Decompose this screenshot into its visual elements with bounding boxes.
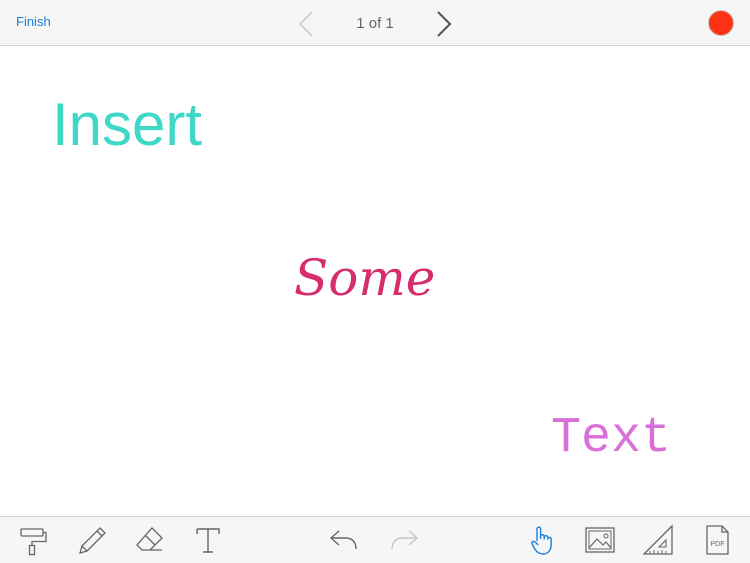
bottom-toolbar: PDF: [0, 516, 750, 563]
next-page-button[interactable]: [433, 10, 453, 38]
undo-button[interactable]: [328, 524, 360, 556]
image-icon: [585, 527, 615, 553]
whiteboard-canvas[interactable]: Insert Some Text: [0, 47, 750, 516]
canvas-text-some[interactable]: Some: [294, 253, 435, 303]
text-tool-icon: [196, 528, 220, 553]
top-bar: Finish 1 of 1: [0, 0, 750, 46]
ruler-triangle-icon: [642, 524, 673, 555]
eraser-button[interactable]: [134, 524, 166, 556]
record-button[interactable]: [709, 11, 733, 35]
pen-button[interactable]: [76, 524, 108, 556]
hand-pointer-button[interactable]: [526, 524, 558, 556]
hand-pointer-icon: [531, 526, 552, 555]
chevron-left-icon: [298, 11, 313, 37]
text-tool-button[interactable]: [192, 524, 224, 556]
pdf-button[interactable]: PDF: [701, 524, 733, 556]
eraser-icon: [136, 527, 163, 551]
redo-button[interactable]: [388, 524, 420, 556]
chevron-right-icon: [437, 11, 452, 37]
canvas-text-text[interactable]: Text: [551, 414, 671, 464]
paint-roller-button[interactable]: [18, 524, 50, 556]
finish-button[interactable]: Finish: [16, 14, 51, 29]
canvas-text-insert[interactable]: Insert: [52, 95, 202, 155]
image-button[interactable]: [584, 524, 616, 556]
previous-page-button[interactable]: [297, 10, 317, 38]
pdf-icon: PDF: [706, 525, 729, 555]
ruler-triangle-button[interactable]: [642, 524, 674, 556]
pen-icon: [79, 527, 106, 554]
undo-icon: [330, 530, 357, 550]
paint-roller-icon: [20, 528, 47, 556]
redo-icon: [391, 530, 418, 550]
page-indicator: 1 of 1: [356, 15, 394, 32]
svg-text:PDF: PDF: [711, 541, 725, 548]
